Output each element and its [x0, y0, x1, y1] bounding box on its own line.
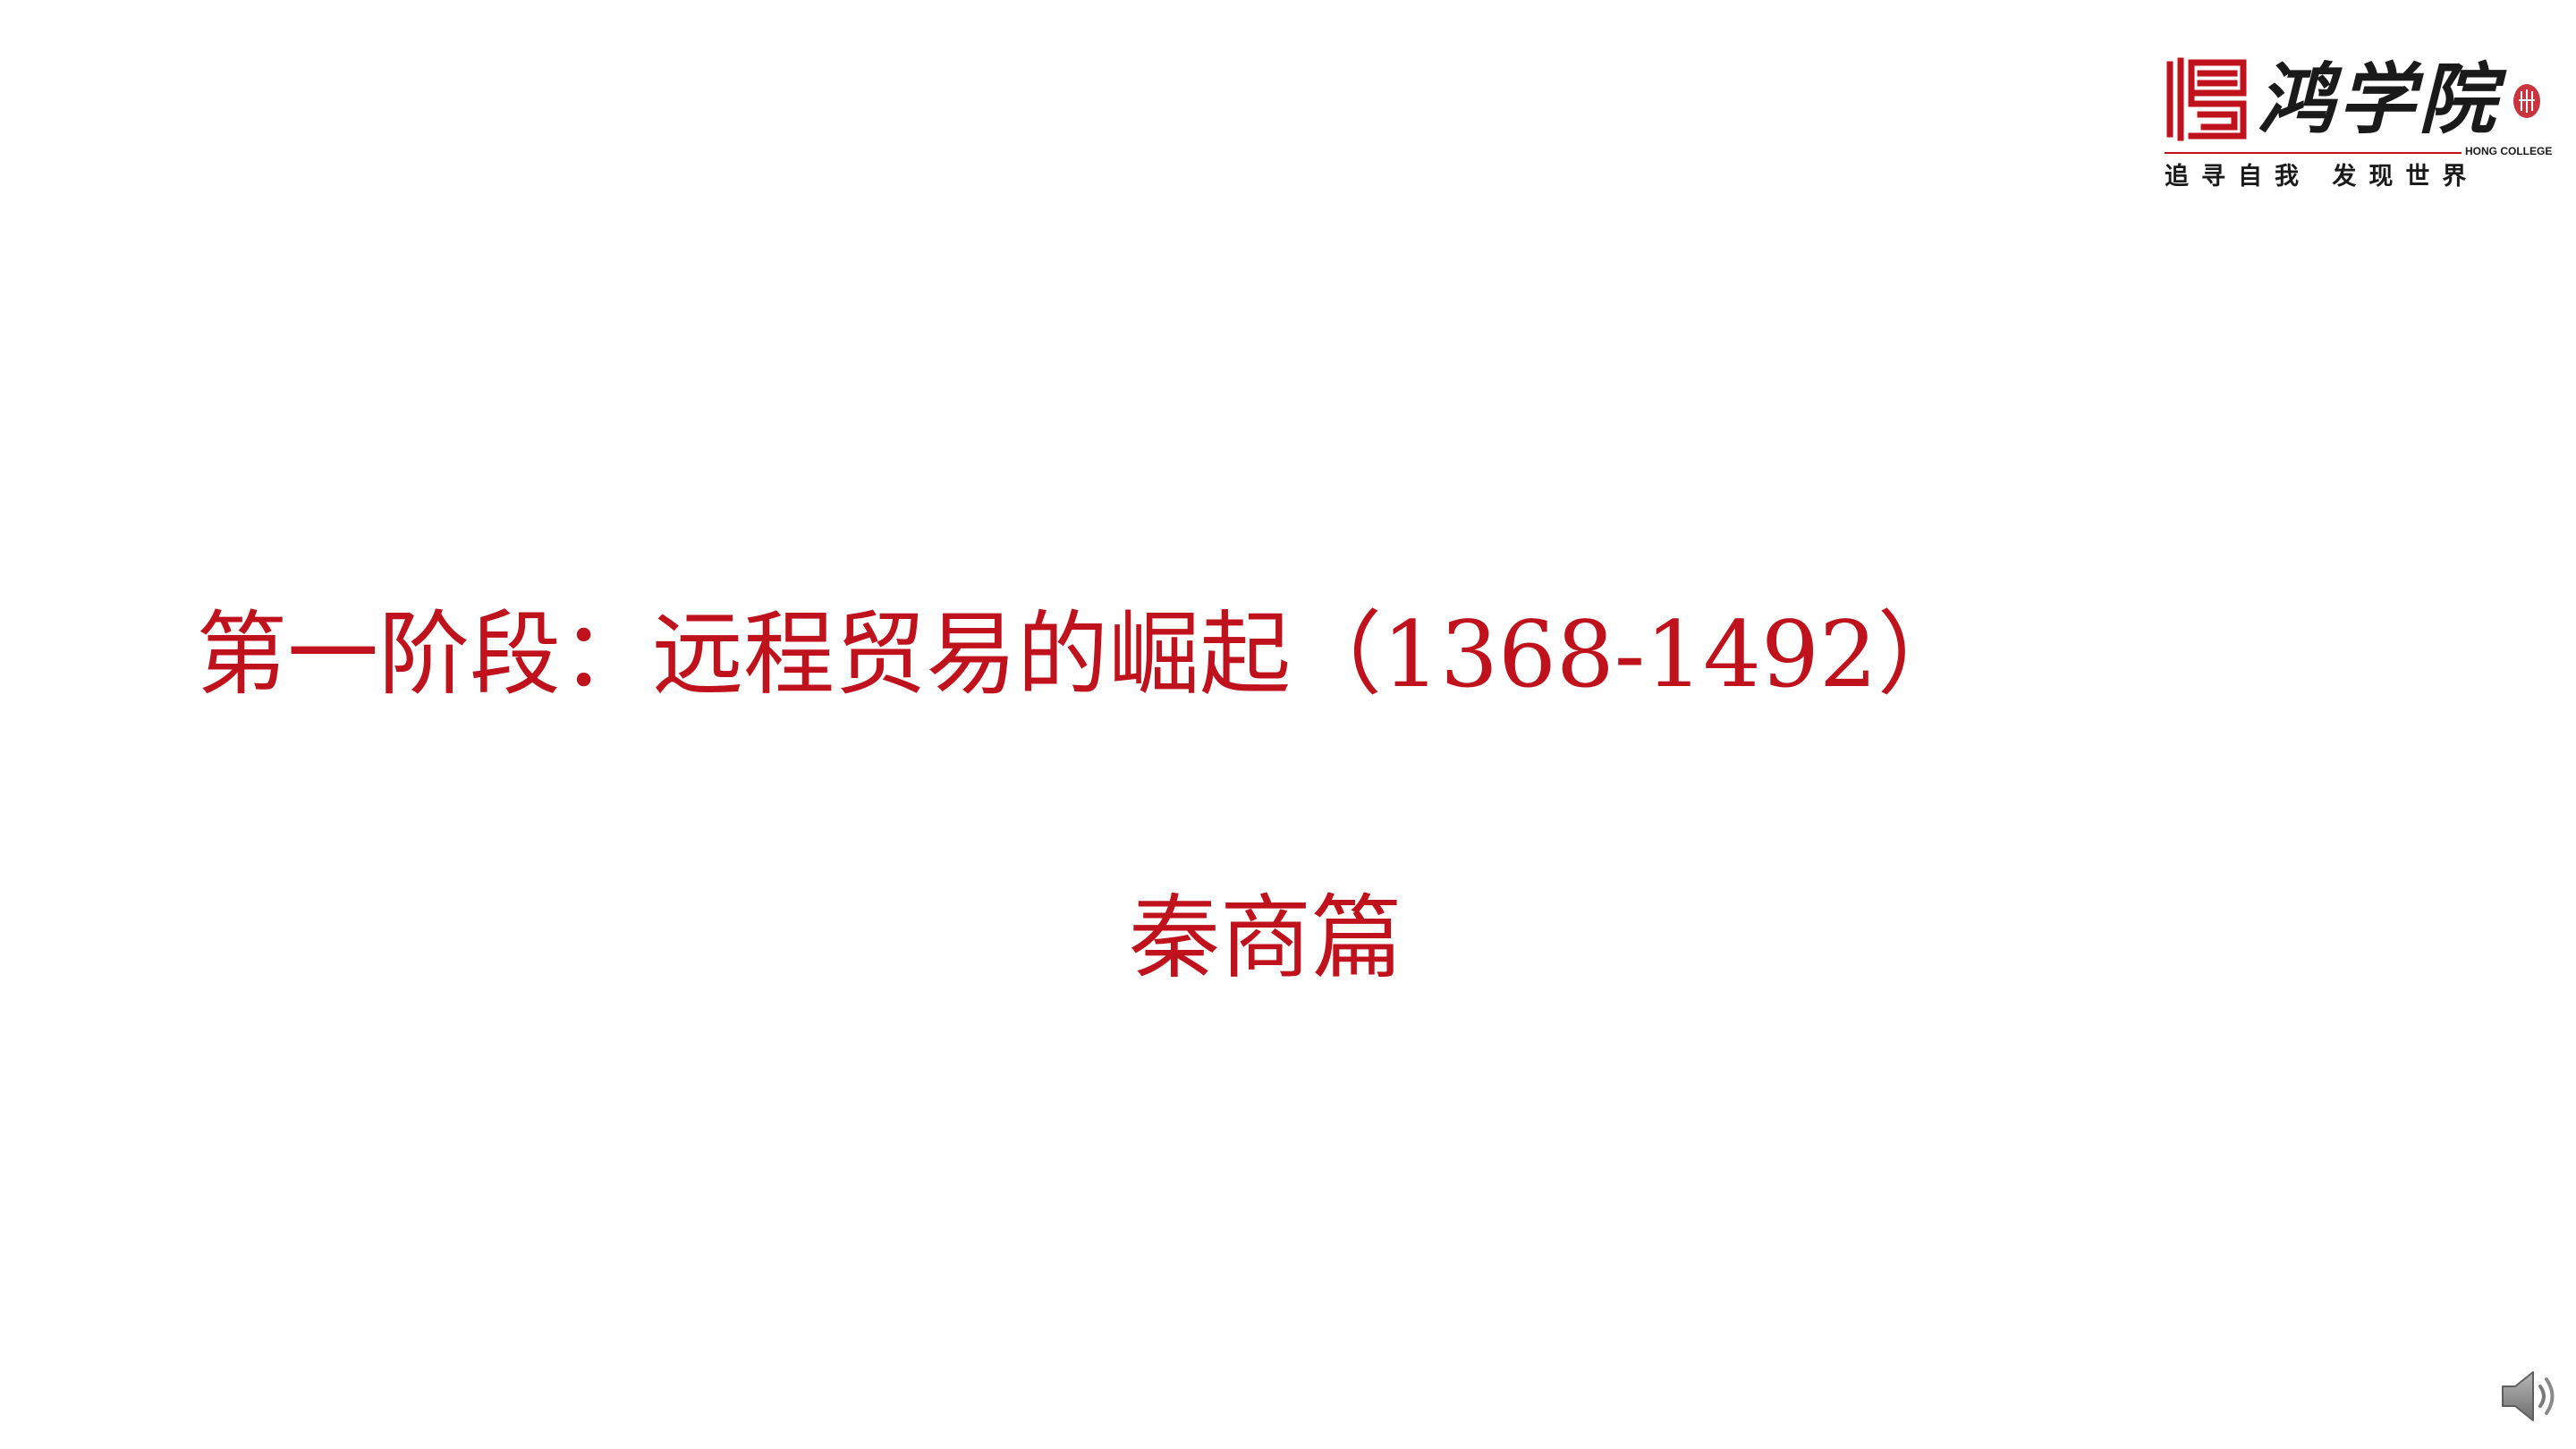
hong-college-emblem-icon — [2166, 57, 2247, 141]
logo-wordmark: 鸿学院 — [2258, 55, 2499, 145]
speaker-icon[interactable] — [2499, 1367, 2562, 1426]
logo-slogan: 追寻自我 发现世界 — [2165, 163, 2479, 191]
logo-english-name: HONG COLLEGE — [2465, 145, 2553, 157]
slide-title: 第一阶段：远程贸易的崛起（1368-1492） — [196, 602, 1969, 708]
slide-subtitle: 秦商篇 — [1129, 886, 1402, 992]
logo-divider — [2165, 152, 2462, 154]
presentation-slide: 鸿学院 HONG COLLEGE 追寻自我 发现世界 第一阶段：远程贸易的崛起（… — [0, 0, 2576, 1449]
college-logo: 鸿学院 HONG COLLEGE 追寻自我 发现世界 — [2165, 55, 2552, 199]
red-seal-icon — [2513, 84, 2540, 118]
